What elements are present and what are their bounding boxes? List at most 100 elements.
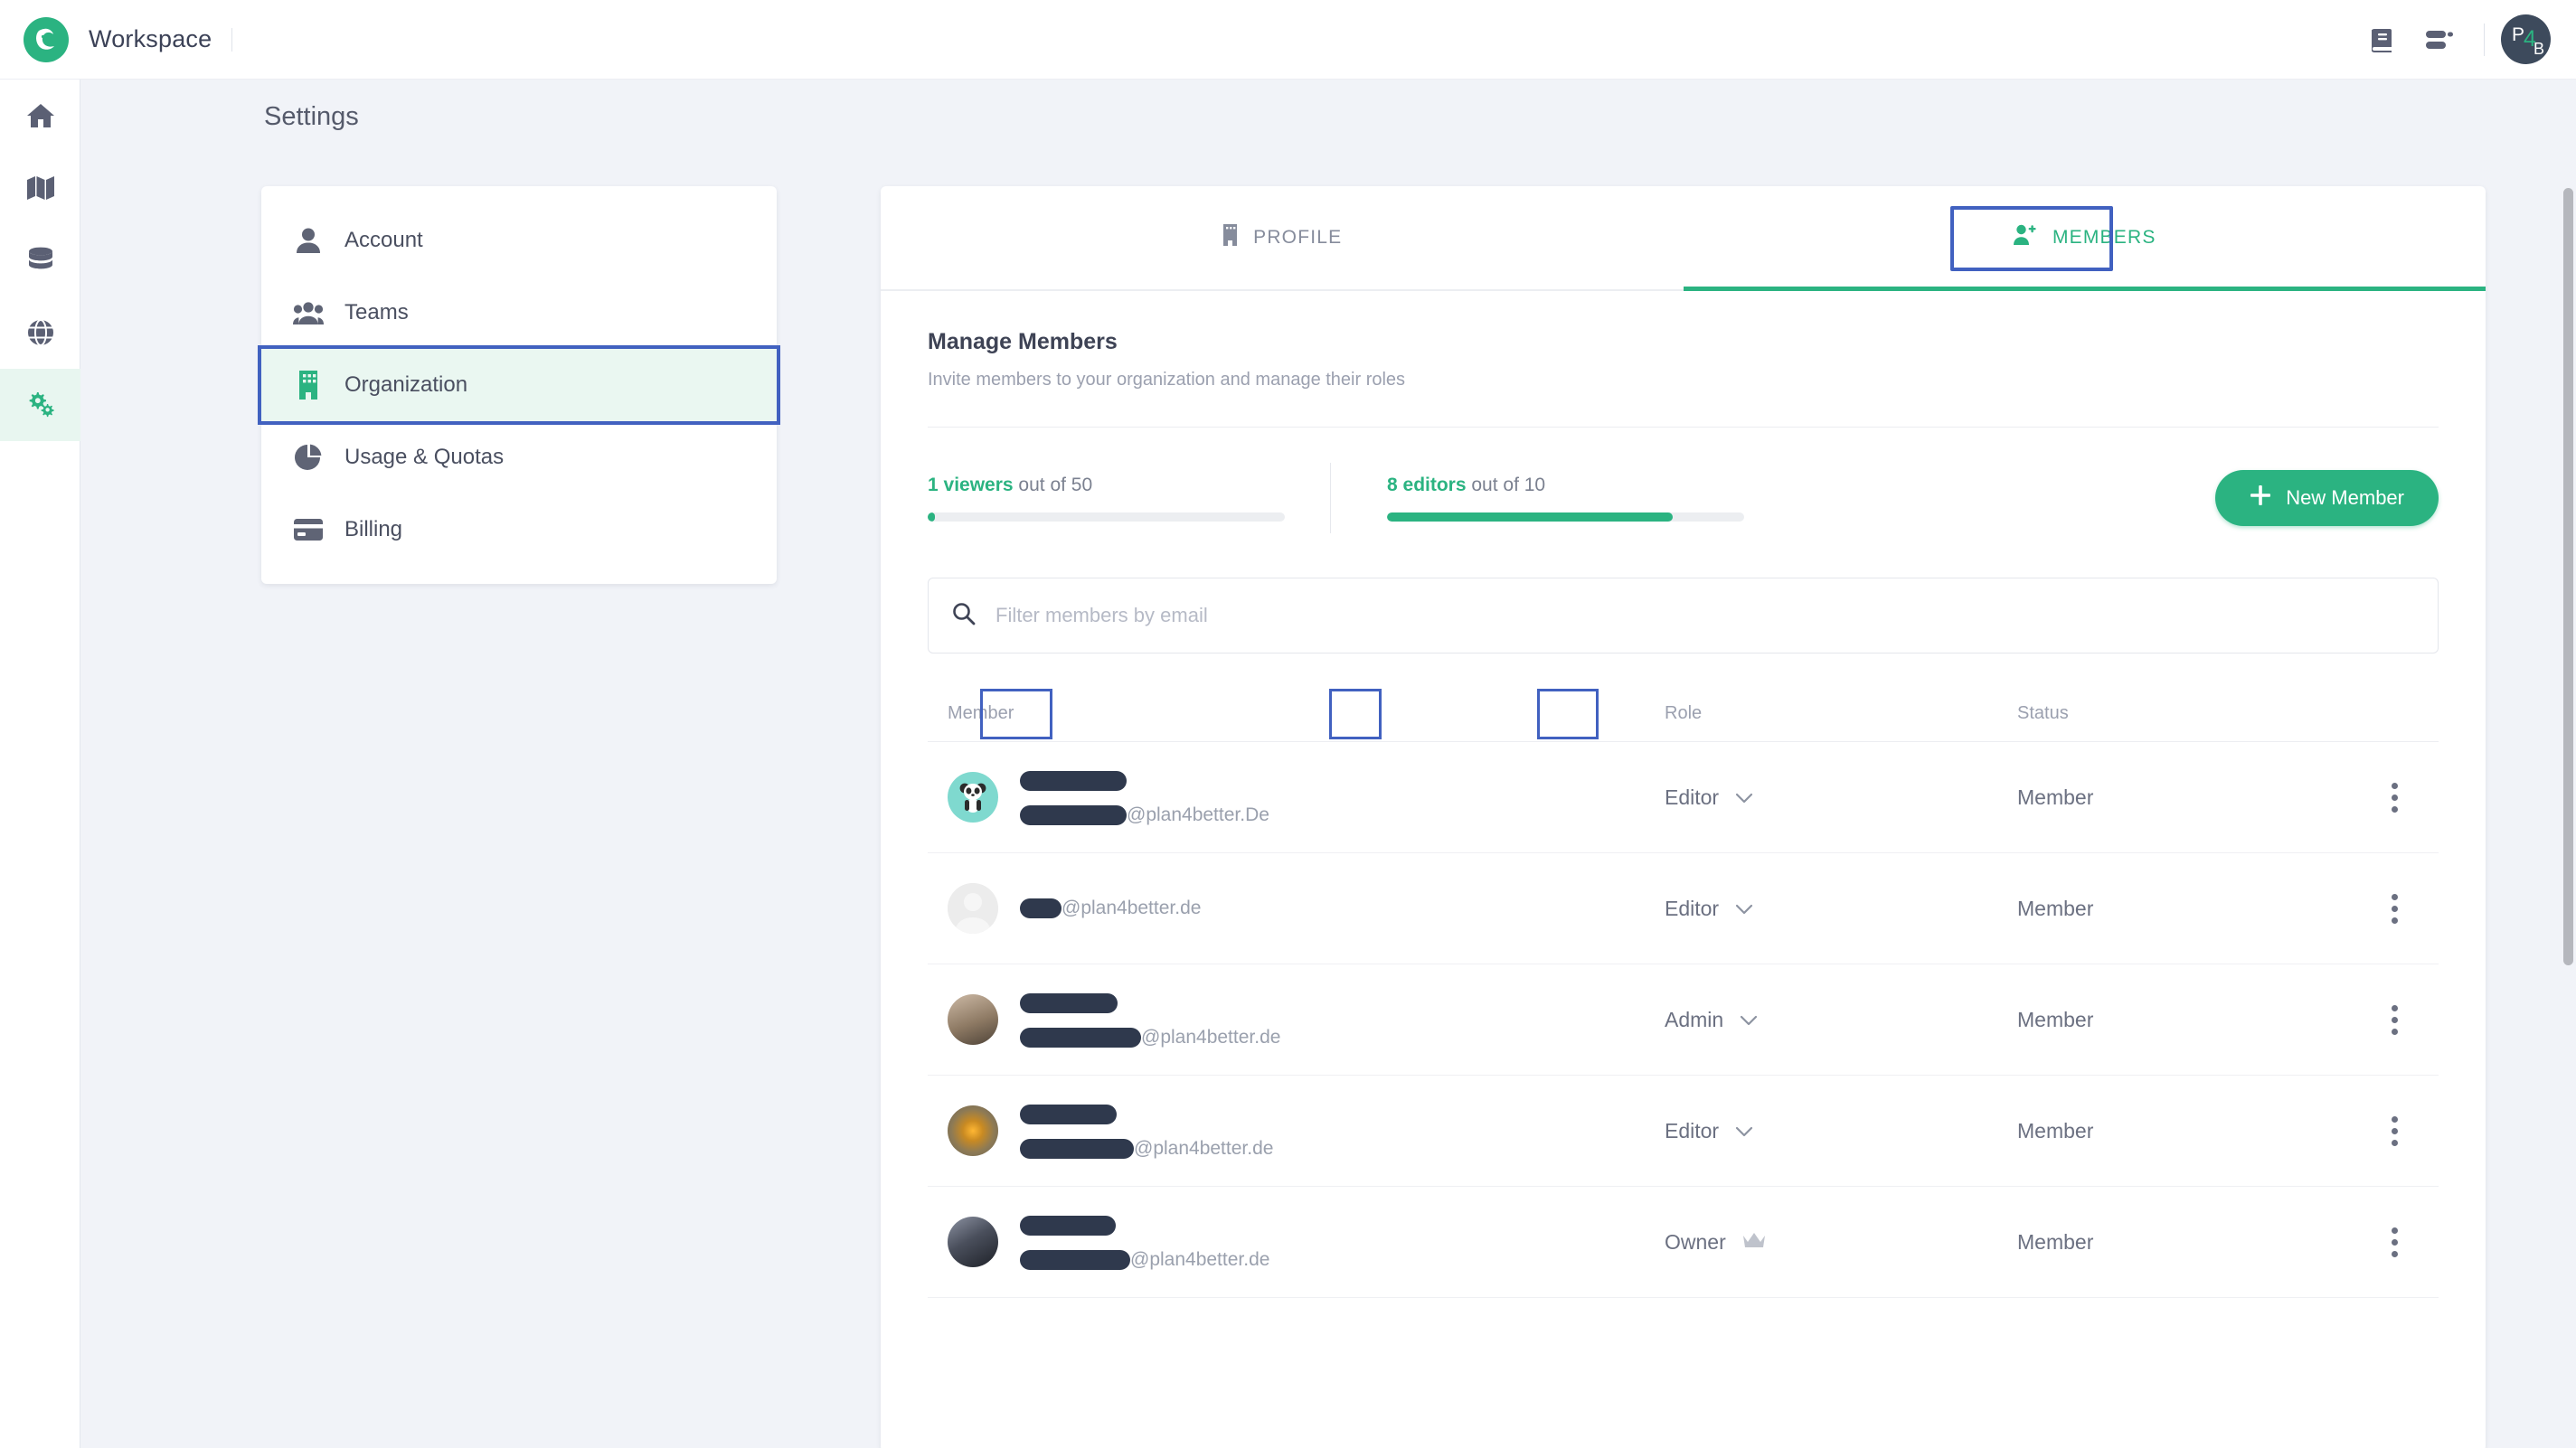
chevron-down-icon	[1740, 1008, 1758, 1032]
section-header: Manage Members Invite members to your or…	[881, 291, 2486, 390]
new-member-button-label: New Member	[2286, 486, 2404, 509]
database-icon	[28, 247, 52, 269]
sidebar-item-label: Account	[344, 228, 423, 252]
members-table-header: Member Role Status	[928, 686, 2439, 742]
search-input[interactable]	[995, 604, 2438, 627]
member-cell: @plan4better.de	[928, 1102, 1665, 1160]
sidebar-item-label: Teams	[344, 300, 409, 324]
viewers-quota-text: 1 viewers out of 50	[928, 475, 1285, 496]
sidebar-item-account[interactable]: Account	[261, 204, 777, 277]
row-actions	[2298, 893, 2439, 924]
member-email-domain: @plan4better.de	[1141, 1027, 1281, 1048]
rail-item-globe[interactable]	[0, 296, 80, 369]
table-row[interactable]: @plan4better.de Owner Member	[928, 1187, 2439, 1298]
member-filter[interactable]	[928, 578, 2439, 653]
table-row[interactable]: @plan4better.De Editor Member	[928, 742, 2439, 853]
member-identity: @plan4better.de	[1020, 1102, 1273, 1160]
section-subtitle: Invite members to your organization and …	[928, 370, 1406, 390]
role-label: Admin	[1665, 1007, 1724, 1031]
members-table: Member Role Status @plan4better.De Editor…	[928, 686, 2439, 1298]
row-menu-icon[interactable]	[2392, 1115, 2398, 1146]
editors-total: out of 10	[1471, 475, 1546, 495]
avatar-letter-p: P	[2512, 24, 2525, 45]
home-icon	[26, 104, 54, 127]
sidebar-item-label: Usage & Quotas	[344, 445, 505, 469]
column-header-status[interactable]: Status	[2017, 703, 2298, 724]
tab-members[interactable]: MEMBERS	[1683, 186, 2486, 291]
new-member-button[interactable]: New Member	[2215, 470, 2439, 526]
row-menu-icon[interactable]	[2392, 1004, 2398, 1035]
status-badge: Member	[2017, 1007, 2094, 1031]
tab-bar: PROFILE MEMBERS	[881, 186, 2486, 291]
row-menu-icon[interactable]	[2392, 782, 2398, 813]
member-email: @plan4better.de	[1020, 898, 1201, 919]
quota-row: 1 viewers out of 50 8 editors out of 10	[881, 428, 2486, 536]
editors-progress-track	[1387, 512, 1744, 522]
active-tab-underline	[1683, 287, 2486, 291]
brand[interactable]: Workspace	[0, 16, 233, 62]
member-name-redacted	[1020, 1213, 1269, 1238]
row-menu-icon[interactable]	[2392, 1227, 2398, 1257]
status-badge: Member	[2017, 1229, 2094, 1254]
quota-divider	[1330, 463, 1331, 533]
member-email: @plan4better.de	[1020, 1249, 1269, 1271]
table-row[interactable]: @plan4better.de Editor Member	[928, 1076, 2439, 1187]
member-name-redacted	[1020, 991, 1280, 1016]
table-row[interactable]: @plan4better.de Editor Member	[928, 853, 2439, 964]
row-actions	[2298, 1115, 2439, 1146]
member-identity: @plan4better.de	[1020, 991, 1280, 1048]
member-photo-avatar	[948, 994, 998, 1045]
person-icon	[288, 227, 328, 254]
placeholder-avatar	[948, 883, 998, 934]
member-identity: @plan4better.de	[1020, 898, 1201, 919]
sidebar-item-usage-quotas[interactable]: Usage & Quotas	[261, 421, 777, 494]
member-cell: @plan4better.de	[928, 1213, 1665, 1271]
chevron-down-icon	[1735, 897, 1753, 921]
search-icon	[952, 602, 976, 630]
chevron-down-icon	[1735, 1119, 1753, 1143]
book-icon[interactable]	[2355, 12, 2411, 68]
rail-item-settings[interactable]	[0, 369, 80, 441]
left-nav-rail	[0, 80, 80, 1448]
rail-item-database[interactable]	[0, 224, 80, 296]
top-bar-divider	[2484, 23, 2485, 56]
list-view-icon[interactable]	[2411, 12, 2467, 68]
tab-label: PROFILE	[1253, 227, 1343, 248]
column-header-role[interactable]: Role	[1665, 703, 2017, 724]
panda-avatar	[948, 772, 998, 823]
role-dropdown: Owner	[1665, 1230, 2017, 1255]
page-scrollbar-thumb[interactable]	[2563, 188, 2573, 965]
viewers-quota: 1 viewers out of 50	[928, 475, 1285, 522]
viewers-progress-track	[928, 512, 1285, 522]
brand-divider	[231, 27, 233, 52]
member-identity: @plan4better.de	[1020, 1213, 1269, 1271]
sidebar-item-label: Billing	[344, 517, 403, 541]
member-identity: @plan4better.De	[1020, 768, 1269, 826]
top-bar-actions: P 4 B	[2355, 12, 2576, 68]
role-dropdown[interactable]: Editor	[1665, 785, 2017, 810]
member-cell: @plan4better.De	[928, 768, 1665, 826]
column-header-member[interactable]: Member	[928, 703, 1665, 724]
role-dropdown[interactable]: Editor	[1665, 897, 2017, 921]
rail-item-home[interactable]	[0, 80, 80, 152]
sidebar-item-organization[interactable]: Organization	[258, 345, 780, 425]
table-row[interactable]: @plan4better.de Admin Member	[928, 964, 2439, 1076]
viewers-progress-fill	[928, 512, 935, 522]
map-icon	[26, 176, 54, 200]
sidebar-item-billing[interactable]: Billing	[261, 494, 777, 566]
person-add-icon	[2013, 224, 2038, 251]
page-scrollbar[interactable]	[2563, 188, 2573, 1448]
page-body: Settings Account Teams Organization Usag…	[80, 80, 2576, 1448]
top-bar: Workspace P 4 B	[0, 0, 2576, 80]
pie-chart-icon	[288, 444, 328, 471]
credit-card-icon	[288, 519, 328, 541]
rail-item-map[interactable]	[0, 152, 80, 224]
row-menu-icon[interactable]	[2392, 893, 2398, 924]
tab-profile[interactable]: PROFILE	[881, 186, 1684, 289]
user-avatar[interactable]: P 4 B	[2501, 14, 2551, 64]
role-dropdown[interactable]: Admin	[1665, 1008, 2017, 1032]
sidebar-item-teams[interactable]: Teams	[261, 277, 777, 349]
member-cell: @plan4better.de	[928, 883, 1665, 934]
role-dropdown[interactable]: Editor	[1665, 1119, 2017, 1143]
role-label: Editor	[1665, 1118, 1720, 1142]
